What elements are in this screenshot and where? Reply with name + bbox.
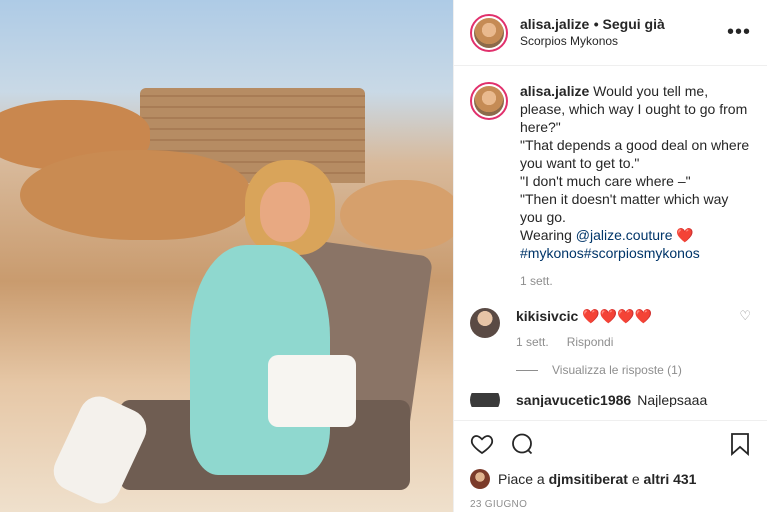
woman-figure [150,160,335,490]
header-text: alisa.jalize • Segui già Scorpios Mykono… [520,16,727,50]
post-sidebar: alisa.jalize • Segui già Scorpios Mykono… [453,0,767,512]
caption-avatar[interactable] [470,82,508,120]
post-header: alisa.jalize • Segui già Scorpios Mykono… [454,0,767,66]
replies-divider [516,369,538,371]
caption-text: alisa.jalize Would you tell me, please, … [520,82,751,290]
caption-line: "I don't much care where –" [520,173,691,189]
author-username[interactable]: alisa.jalize [520,16,589,32]
comment-like-heart-icon[interactable]: ♡ [739,308,751,324]
comment-time[interactable]: 1 sett. [516,335,549,349]
mention-link[interactable]: @jalize.couture [576,227,673,243]
location-link[interactable]: Scorpios Mykonos [520,33,727,50]
wearing-text: Wearing [520,227,572,243]
instagram-post: alisa.jalize • Segui già Scorpios Mykono… [0,0,767,512]
caption-time[interactable]: 1 sett. [520,272,553,290]
face [260,182,310,242]
view-replies-label: Visualizza le risposte (1) [552,363,682,377]
comment-text: Najlepsaaa [637,393,708,407]
caption-username[interactable]: alisa.jalize [520,83,589,99]
author-avatar[interactable] [470,13,508,52]
follow-status[interactable]: • Segui già [594,16,665,32]
comment: kikisivcic ❤️❤️❤️❤️ 1 sett. Rispondi ♡ [470,308,751,349]
liker-username[interactable]: djmsitiberat [549,471,628,487]
commenter-avatar[interactable] [470,393,500,407]
bookmark-icon[interactable] [729,432,751,461]
handbag [268,355,356,427]
more-options-icon[interactable]: ••• [727,21,751,44]
commenter-avatar[interactable] [470,308,500,338]
comment-text: ❤️❤️❤️❤️ [582,308,652,324]
likes-prefix: Piace a [498,471,545,487]
commenter-username[interactable]: kikisivcic [516,308,578,324]
comments-section: alisa.jalize Would you tell me, please, … [454,66,767,420]
caption-line: "That depends a good deal on where you w… [520,137,750,171]
liker-avatar[interactable] [470,469,490,489]
hashtags-link[interactable]: #mykonos#scorpiosmykonos [520,244,751,262]
commenter-username[interactable]: sanjavucetic1986 [516,393,631,407]
comment: sanjavucetic1986 Najlepsaaa [470,393,751,407]
likes-summary: Piace a djmsitiberat e altri 431 [470,469,751,489]
caption: alisa.jalize Would you tell me, please, … [470,82,751,290]
like-heart-icon[interactable] [470,432,494,461]
heart-emoji: ❤️ [676,227,694,243]
view-replies[interactable]: Visualizza le risposte (1) [516,363,751,377]
likes-others-link[interactable]: altri 431 [644,471,697,487]
post-date[interactable]: 23 GIUGNO [470,499,751,510]
reply-button[interactable]: Rispondi [567,335,614,349]
post-actions: Piace a djmsitiberat e altri 431 23 GIUG… [454,420,767,512]
caption-line: "Then it doesn't matter which way you go… [520,191,729,225]
comment-bubble-icon[interactable] [510,432,534,461]
post-photo[interactable] [0,0,453,512]
likes-conjunction: e [631,471,640,487]
rock [340,180,453,250]
